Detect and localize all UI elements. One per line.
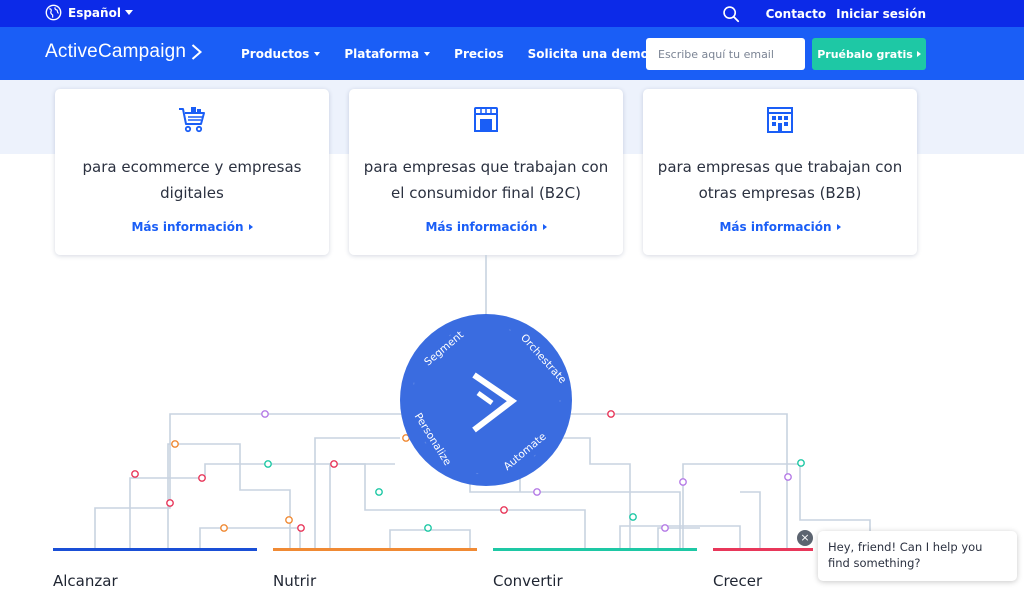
stage-label-crecer: Crecer bbox=[713, 572, 763, 590]
chat-bubble[interactable]: Hey, friend! Can I help you find somethi… bbox=[818, 531, 1017, 581]
stage-bar-alcanzar bbox=[53, 548, 257, 551]
stage-bar-crecer bbox=[713, 548, 813, 551]
stage-label-alcanzar: Alcanzar bbox=[53, 572, 118, 590]
chat-close-button[interactable]: × bbox=[797, 530, 813, 546]
stage-bar-nutrir bbox=[273, 548, 477, 551]
chat-message: Hey, friend! Can I help you find somethi… bbox=[828, 540, 983, 570]
stage-bar-convertir bbox=[493, 548, 697, 551]
stage-label-convertir: Convertir bbox=[493, 572, 563, 590]
customer-stages: Alcanzar Nutrir Convertir Crecer bbox=[0, 0, 1024, 605]
stage-label-nutrir: Nutrir bbox=[273, 572, 317, 590]
